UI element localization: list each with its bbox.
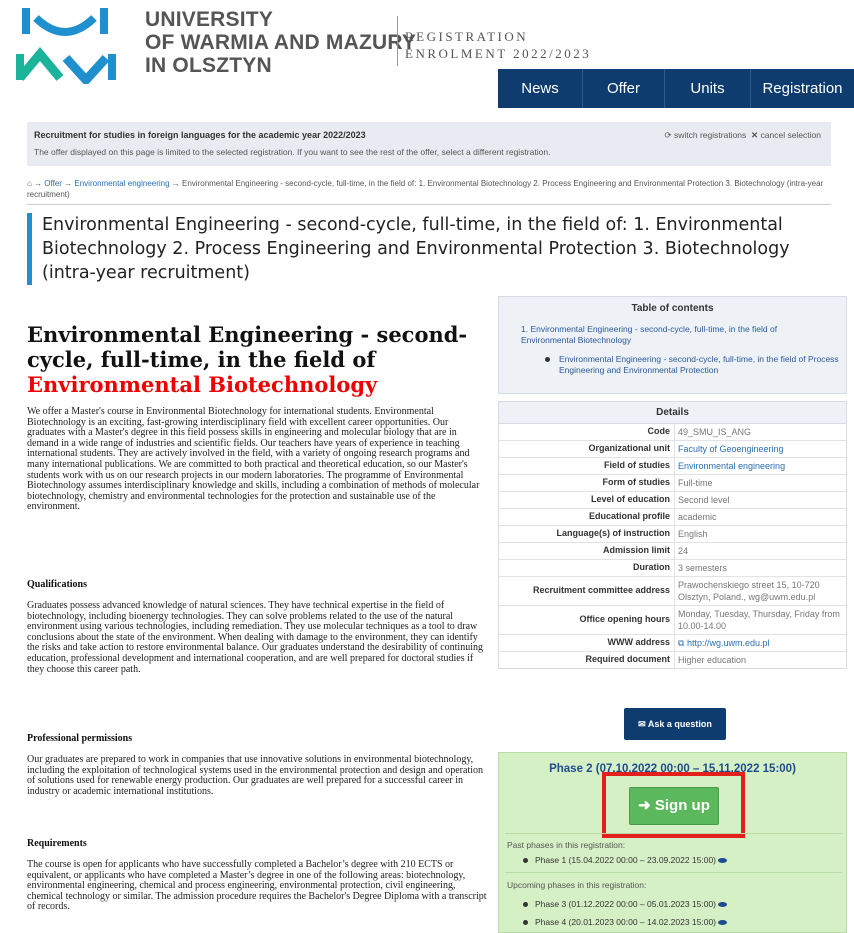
university-name: UNIVERSITY OF WARMIA AND MAZURY IN OLSZT… xyxy=(145,8,417,77)
recruitment-banner: Recruitment for studies in foreign langu… xyxy=(27,122,831,166)
highlight-box xyxy=(602,772,745,838)
detail-value: 24 xyxy=(678,546,689,556)
breadcrumb: ⌂ → Offer → Environmental engineering → … xyxy=(27,179,824,199)
detail-value: Second level xyxy=(678,495,730,505)
table-row: Required document Higher education xyxy=(499,652,846,668)
table-row: Duration 3 semesters xyxy=(499,560,846,577)
detail-key: Office opening hours xyxy=(499,606,675,634)
detail-key: Code xyxy=(499,424,675,440)
detail-value-link[interactable]: Faculty of Geoengineering xyxy=(675,441,846,457)
phase-panel: Phase 2 (07.10.2022 00:00 – 15.11.2022 1… xyxy=(498,752,847,933)
nav-registration[interactable]: Registration xyxy=(750,69,854,108)
past-phases-label: Past phases in this registration: xyxy=(507,840,626,850)
header-divider xyxy=(397,16,398,66)
table-row: Form of studies Full-time xyxy=(499,475,846,492)
detail-value: Monday, Tuesday, Thursday, Friday from 1… xyxy=(678,609,840,631)
detail-value: Prawochenskiego street 15, 10-720 Olszty… xyxy=(678,580,820,602)
qualifications-heading: Qualifications xyxy=(27,579,88,590)
permissions-heading: Professional permissions xyxy=(27,733,133,744)
university-logo[interactable] xyxy=(14,6,118,84)
detail-key: Level of education xyxy=(499,492,675,508)
recruitment-title: Recruitment for studies in foreign langu… xyxy=(34,130,366,140)
detail-value-link[interactable]: Environmental engineering xyxy=(675,458,846,474)
switch-registrations-link[interactable]: switch registrations xyxy=(674,130,746,140)
requirements-text: The course is open for applicants who ha… xyxy=(27,859,487,913)
detail-value: 49_SMU_IS_ANG xyxy=(678,427,752,437)
detail-value: English xyxy=(678,529,708,539)
nav-units[interactable]: Units xyxy=(664,69,750,108)
detail-key: Language(s) of instruction xyxy=(499,526,675,542)
phase-text: Phase 4 (20.01.2023 00:00 – 14.02.2023 1… xyxy=(535,917,717,927)
toc-item-2[interactable]: Environmental Engineering - second-cycle… xyxy=(545,354,839,376)
detail-key: Duration xyxy=(499,560,675,576)
table-row: Code 49_SMU_IS_ANG xyxy=(499,424,846,441)
table-of-contents: Table of contents 1. Environmental Engin… xyxy=(498,296,847,394)
ask-question-button[interactable]: ✉ Ask a question xyxy=(624,708,726,740)
refresh-icon: ⟳ xyxy=(664,130,672,140)
phase-text: Phase 1 (15.04.2022 00:00 – 23.09.2022 1… xyxy=(535,855,717,865)
table-row: Educational profile academic xyxy=(499,509,846,526)
registration-title: REGISTRATION ENROLMENT 2022/2023 xyxy=(405,29,592,61)
external-link-icon: ⧉ xyxy=(678,638,685,648)
envelope-icon: ✉ xyxy=(638,719,646,729)
detail-value: academic xyxy=(678,512,717,522)
article-heading-text: Environmental Engineering - second-cycle… xyxy=(27,322,468,372)
table-row: Office opening hours Monday, Tuesday, Thu… xyxy=(499,606,846,635)
upcoming-phases-label: Upcoming phases in this registration: xyxy=(507,880,647,890)
table-row: Organizational unit Faculty of Geoenginee… xyxy=(499,441,846,458)
nav-offer[interactable]: Offer xyxy=(582,69,664,108)
detail-value: Full-time xyxy=(678,478,713,488)
table-row: WWW address ⧉ http://wg.uwm.edu.pl xyxy=(499,635,846,652)
detail-key: Required document xyxy=(499,652,675,668)
article-heading-highlight: Environmental Biotechnology xyxy=(27,372,378,397)
breadcrumb-field[interactable]: Environmental engineering xyxy=(74,179,169,188)
detail-key: Field of studies xyxy=(499,458,675,474)
detail-key: Educational profile xyxy=(499,509,675,525)
nav-news[interactable]: News xyxy=(498,69,582,108)
article-heading: Environmental Engineering - second-cycle… xyxy=(27,322,487,397)
qualifications-text: Graduates possess advanced knowledge of … xyxy=(27,600,483,675)
close-icon: ✕ xyxy=(751,130,759,140)
article-intro: We offer a Master's course in Environmen… xyxy=(27,406,480,513)
detail-key: Organizational unit xyxy=(499,441,675,457)
detail-key: Admission limit xyxy=(499,543,675,559)
detail-value: 3 semesters xyxy=(678,563,728,573)
toc-item-1[interactable]: 1. Environmental Engineering - second-cy… xyxy=(521,324,831,346)
table-row: Language(s) of instruction English xyxy=(499,526,846,543)
upcoming-phase-item: Phase 3 (01.12.2022 00:00 – 05.01.2023 1… xyxy=(522,899,728,909)
table-row: Admission limit 24 xyxy=(499,543,846,560)
detail-key: Recruitment committee address xyxy=(499,577,675,605)
detail-key: WWW address xyxy=(499,635,675,651)
breadcrumb-offer[interactable]: Offer xyxy=(44,179,62,188)
requirements-heading: Requirements xyxy=(27,838,87,849)
permissions-text: Our graduates are prepared to work in co… xyxy=(27,754,484,797)
table-row: Recruitment committee address Prawochensk… xyxy=(499,577,846,606)
toc-title: Table of contents xyxy=(631,303,714,314)
cancel-selection-link[interactable]: cancel selection xyxy=(761,130,821,140)
home-icon[interactable]: ⌂ xyxy=(27,179,32,188)
table-row: Field of studies Environmental engineerin… xyxy=(499,458,846,475)
eye-icon[interactable] xyxy=(718,858,728,864)
divider xyxy=(505,872,842,873)
recruitment-note: The offer displayed on this page is limi… xyxy=(34,147,551,157)
table-row: Level of education Second level xyxy=(499,492,846,509)
upcoming-phase-item: Phase 4 (20.01.2023 00:00 – 14.02.2023 1… xyxy=(522,917,728,927)
detail-value-link[interactable]: ⧉ http://wg.uwm.edu.pl xyxy=(675,635,846,651)
phase-text: Phase 3 (01.12.2022 00:00 – 05.01.2023 1… xyxy=(535,899,717,909)
main-nav: News Offer Units Registration xyxy=(498,69,854,108)
detail-value: Higher education xyxy=(678,655,747,665)
www-link[interactable]: http://wg.uwm.edu.pl xyxy=(687,638,770,648)
page-title: Environmental Engineering - second-cycle… xyxy=(27,213,827,285)
details-table: Details Code 49_SMU_IS_ANG Organizational… xyxy=(498,401,847,669)
detail-key: Form of studies xyxy=(499,475,675,491)
details-title: Details xyxy=(499,402,846,424)
eye-icon[interactable] xyxy=(718,920,728,926)
eye-icon[interactable] xyxy=(718,902,728,908)
ask-question-label: Ask a question xyxy=(647,719,712,729)
breadcrumb-divider xyxy=(27,204,831,205)
past-phase-item: Phase 1 (15.04.2022 00:00 – 23.09.2022 1… xyxy=(522,855,728,865)
divider xyxy=(505,833,842,834)
